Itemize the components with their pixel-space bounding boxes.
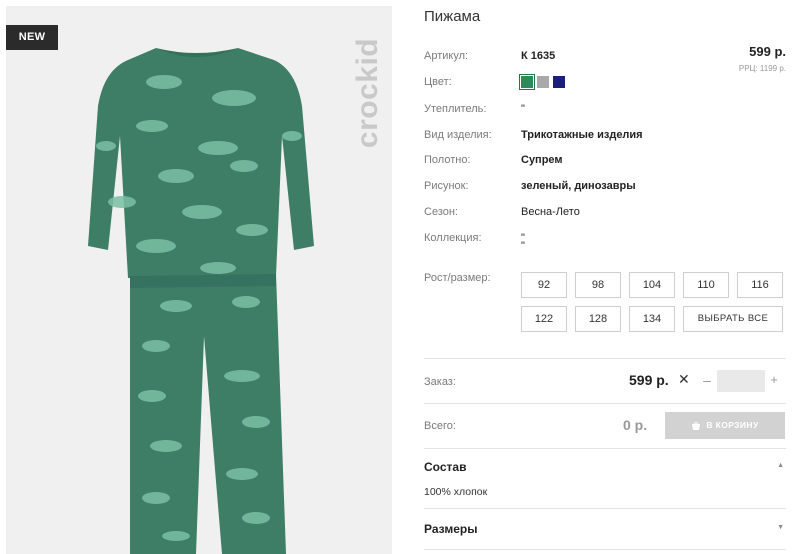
spec-label: Утеплитель: xyxy=(424,103,487,115)
product-title: Пижама xyxy=(424,8,481,25)
total-value: 0 р. xyxy=(623,417,648,433)
color-swatches xyxy=(519,74,565,90)
spec-label: Цвет: xyxy=(424,76,452,88)
spec-value: Трикотажные изделия xyxy=(521,129,643,141)
spec-label: Вид изделия: xyxy=(424,129,492,141)
accordion-composition-title[interactable]: Состав xyxy=(424,460,466,474)
size-label: Рост/размер: xyxy=(424,272,491,284)
size-option[interactable]: 128 xyxy=(575,306,621,332)
size-option[interactable]: 104 xyxy=(629,272,675,298)
spec-value: Весна-Лето xyxy=(521,206,580,218)
order-price: 599 р. xyxy=(629,372,669,388)
color-swatch-green[interactable] xyxy=(519,74,535,90)
size-option[interactable]: 92 xyxy=(521,272,567,298)
spec-value: зеленый, динозавры xyxy=(521,180,636,192)
spec-label: Полотно: xyxy=(424,154,471,166)
size-option[interactable]: 98 xyxy=(575,272,621,298)
select-all-sizes-button[interactable]: ВЫБРАТЬ ВСЕ xyxy=(683,306,783,332)
spec-value: Супрем xyxy=(521,154,563,166)
size-option[interactable]: 116 xyxy=(737,272,783,298)
divider xyxy=(424,403,786,404)
quantity-decrease-button[interactable]: – xyxy=(700,369,714,391)
spec-value-second-line: " xyxy=(521,240,525,252)
spec-label: Артикул: xyxy=(424,50,469,62)
quantity-increase-button[interactable]: + xyxy=(767,369,781,391)
add-to-cart-button[interactable]: В КОРЗИНУ xyxy=(665,412,785,439)
spec-value: " xyxy=(521,103,525,115)
divider xyxy=(424,448,786,449)
new-badge: NEW xyxy=(6,25,58,50)
order-label: Заказ: xyxy=(424,376,456,388)
spec-label: Коллекция: xyxy=(424,232,482,244)
accordion-sizes-title[interactable]: Размеры xyxy=(424,522,477,536)
size-option[interactable]: 110 xyxy=(683,272,729,298)
product-photo[interactable]: NEW crockid xyxy=(6,6,392,554)
product-price: 599 р. xyxy=(749,44,786,59)
divider xyxy=(424,549,786,550)
size-option[interactable]: 134 xyxy=(629,306,675,332)
divider xyxy=(424,508,786,509)
cart-icon xyxy=(692,421,701,430)
composition-text: 100% хлопок xyxy=(424,486,488,498)
spec-value: К 1635 xyxy=(521,50,556,62)
multiply-icon: ✕ xyxy=(678,371,690,387)
pajama-image xyxy=(88,48,314,554)
divider xyxy=(424,358,786,359)
spec-label: Рисунок: xyxy=(424,180,469,192)
spec-label: Сезон: xyxy=(424,206,458,218)
quantity-input[interactable] xyxy=(717,370,765,392)
color-swatch-gray[interactable] xyxy=(537,76,549,88)
total-label: Всего: xyxy=(424,420,456,432)
add-to-cart-label: В КОРЗИНУ xyxy=(706,420,759,430)
brand-logo: crockid xyxy=(351,37,384,149)
collapse-arrow-icon[interactable]: ▲ xyxy=(777,462,784,469)
expand-arrow-icon[interactable]: ▼ xyxy=(777,524,784,531)
color-swatch-navy[interactable] xyxy=(553,76,565,88)
size-option[interactable]: 122 xyxy=(521,306,567,332)
recommended-price: РРЦ: 1199 р. xyxy=(738,64,786,73)
